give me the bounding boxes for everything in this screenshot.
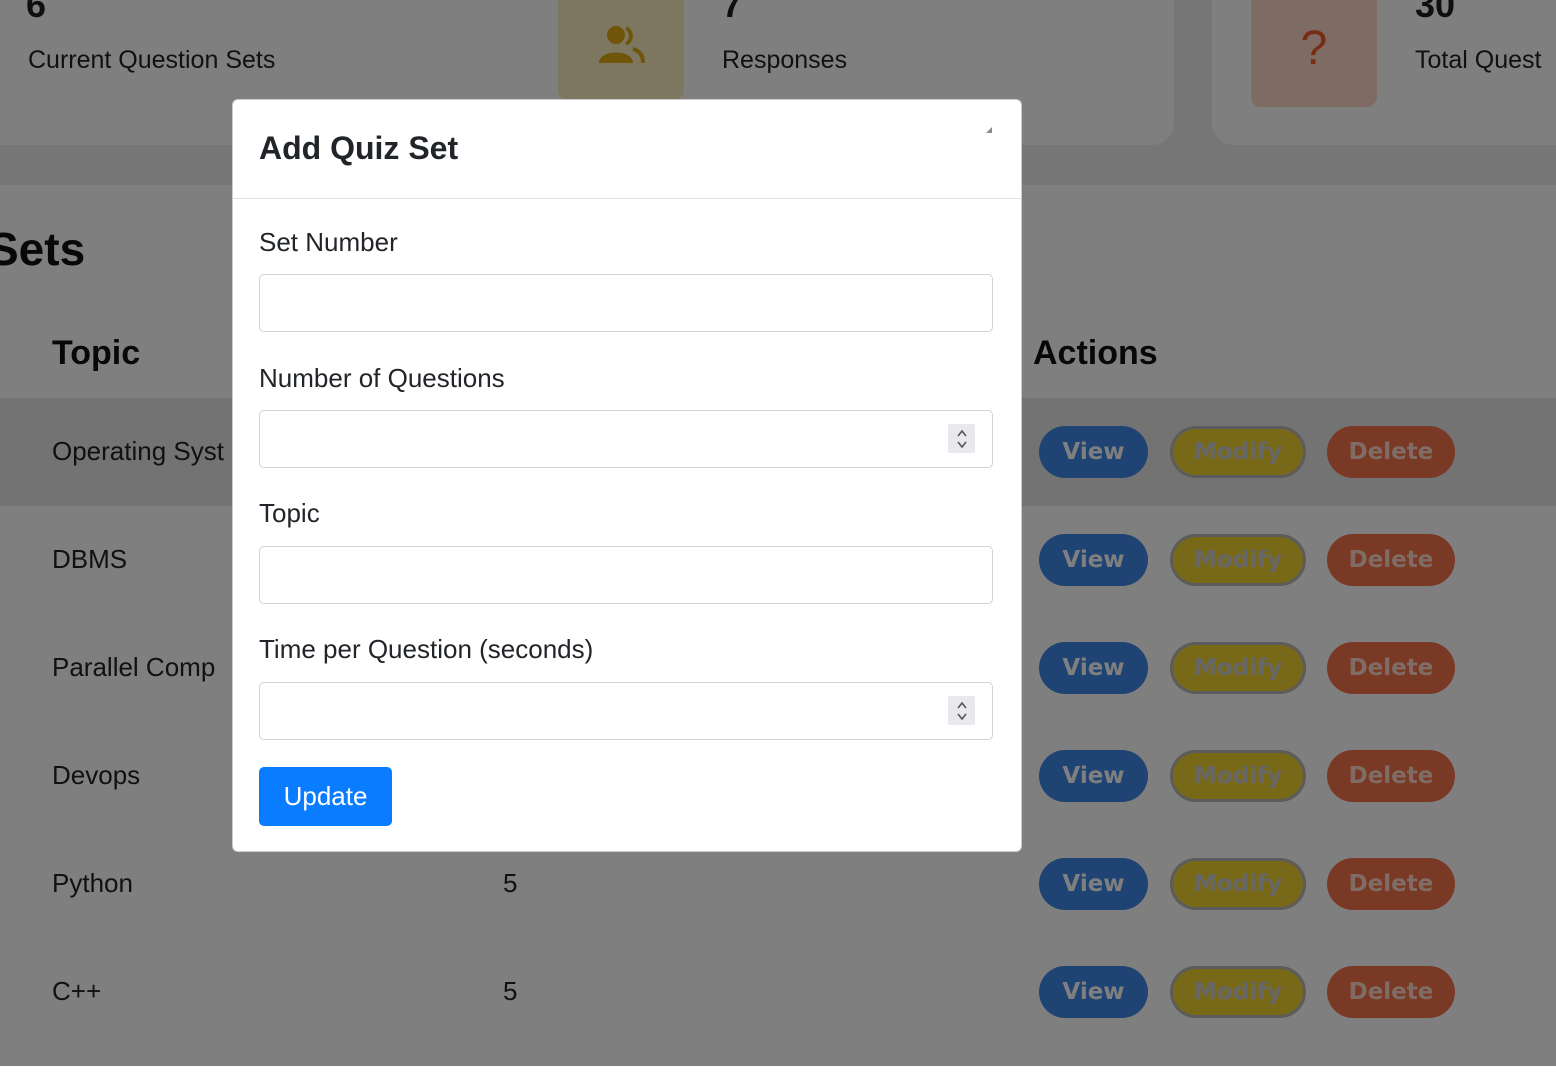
close-icon[interactable] [977,118,1001,142]
time-per-question-label: Time per Question (seconds) [259,634,594,664]
number-stepper[interactable] [948,424,975,453]
topic-input[interactable] [259,546,993,604]
time-per-question-input[interactable] [259,682,993,740]
topic-label: Topic [259,498,320,528]
set-number-input[interactable] [259,274,993,332]
modal-header: Add Quiz Set [233,100,1021,199]
num-questions-field [233,410,1021,468]
chevron-up-down-icon [956,429,967,448]
num-questions-label: Number of Questions [259,363,505,393]
chevron-up-down-icon [956,701,967,720]
number-stepper[interactable] [948,696,975,725]
time-per-question-field [233,682,1021,740]
update-button[interactable]: Update [259,767,392,826]
modal-title: Add Quiz Set [259,130,459,166]
add-quiz-set-modal: Add Quiz Set Set Number Number of Questi… [232,99,1022,852]
num-questions-input[interactable] [259,410,993,468]
set-number-label: Set Number [259,227,398,257]
